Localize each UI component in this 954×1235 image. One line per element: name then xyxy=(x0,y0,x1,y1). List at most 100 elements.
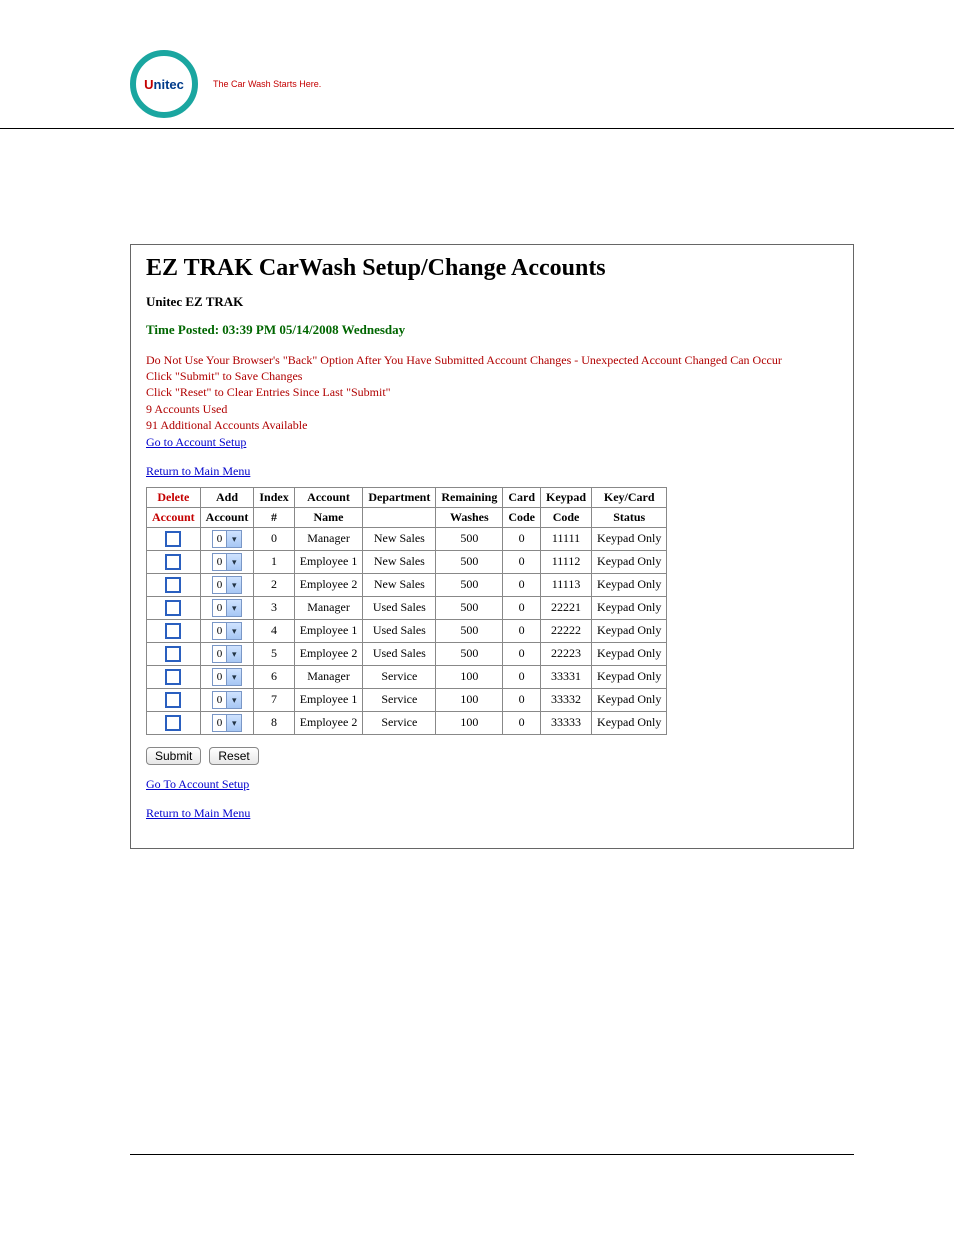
cell-name: Employee 2 xyxy=(294,711,363,734)
dropdown-value: 0 xyxy=(213,692,227,708)
reset-button[interactable]: Reset xyxy=(209,747,258,765)
accounts-table: Delete Add Index Account Department Rema… xyxy=(146,487,667,735)
dropdown-value: 0 xyxy=(213,600,227,616)
dropdown-value: 0 xyxy=(213,715,227,731)
chevron-down-icon: ▾ xyxy=(226,646,241,662)
add-account-dropdown[interactable]: 0▾ xyxy=(212,622,243,640)
cell-washes: 500 xyxy=(436,550,503,573)
cell-index: 2 xyxy=(254,573,294,596)
dropdown-value: 0 xyxy=(213,577,227,593)
cell-washes: 100 xyxy=(436,665,503,688)
cell-dept: Used Sales xyxy=(363,642,436,665)
dropdown-value: 0 xyxy=(213,669,227,685)
chevron-down-icon: ▾ xyxy=(226,600,241,616)
table-row: 0▾8Employee 2Service100033333Keypad Only xyxy=(147,711,667,734)
col-delete: Delete xyxy=(147,487,201,507)
col-keypad-2: Code xyxy=(541,507,592,527)
delete-checkbox[interactable] xyxy=(165,669,181,685)
accounts-used: 9 Accounts Used xyxy=(146,401,838,417)
logo-tagline: The Car Wash Starts Here. xyxy=(213,79,321,89)
add-account-dropdown[interactable]: 0▾ xyxy=(212,530,243,548)
table-header-row-2: Account Account # Name Washes Code Code … xyxy=(147,507,667,527)
col-index-2: # xyxy=(254,507,294,527)
cell-dept: Service xyxy=(363,665,436,688)
col-keypad: Keypad xyxy=(541,487,592,507)
table-row: 0▾5Employee 2Used Sales500022223Keypad O… xyxy=(147,642,667,665)
cell-dept: New Sales xyxy=(363,527,436,550)
chevron-down-icon: ▾ xyxy=(226,531,241,547)
delete-checkbox[interactable] xyxy=(165,554,181,570)
link-goto-account-setup-bottom[interactable]: Go To Account Setup xyxy=(146,777,249,792)
link-return-main-menu-top[interactable]: Return to Main Menu xyxy=(146,464,250,479)
cell-keypad: 11113 xyxy=(541,573,592,596)
add-account-dropdown[interactable]: 0▾ xyxy=(212,599,243,617)
add-account-dropdown[interactable]: 0▾ xyxy=(212,691,243,709)
cell-dept: Service xyxy=(363,711,436,734)
table-row: 0▾0ManagerNew Sales500011111Keypad Only xyxy=(147,527,667,550)
chevron-down-icon: ▾ xyxy=(226,692,241,708)
cell-washes: 500 xyxy=(436,619,503,642)
chevron-down-icon: ▾ xyxy=(226,577,241,593)
cell-keypad: 22221 xyxy=(541,596,592,619)
delete-checkbox[interactable] xyxy=(165,531,181,547)
col-add-2: Account xyxy=(200,507,254,527)
unitec-logo-icon: Unitec xyxy=(130,50,198,118)
cell-name: Employee 1 xyxy=(294,619,363,642)
page-title: EZ TRAK CarWash Setup/Change Accounts xyxy=(146,255,838,282)
cell-status: Keypad Only xyxy=(592,642,667,665)
add-account-dropdown[interactable]: 0▾ xyxy=(212,645,243,663)
cell-washes: 500 xyxy=(436,642,503,665)
cell-status: Keypad Only xyxy=(592,596,667,619)
cell-washes: 100 xyxy=(436,711,503,734)
delete-checkbox[interactable] xyxy=(165,646,181,662)
cell-keypad: 33333 xyxy=(541,711,592,734)
dropdown-value: 0 xyxy=(213,646,227,662)
cell-index: 7 xyxy=(254,688,294,711)
page-header: Unitec The Car Wash Starts Here. xyxy=(0,0,954,129)
cell-index: 5 xyxy=(254,642,294,665)
table-header-row-1: Delete Add Index Account Department Rema… xyxy=(147,487,667,507)
logo-wordmark: Unitec xyxy=(144,77,184,92)
hint-submit: Click "Submit" to Save Changes xyxy=(146,368,838,384)
cell-status: Keypad Only xyxy=(592,688,667,711)
add-account-dropdown[interactable]: 0▾ xyxy=(212,668,243,686)
cell-card: 0 xyxy=(503,665,541,688)
cell-dept: Used Sales xyxy=(363,596,436,619)
cell-dept: New Sales xyxy=(363,550,436,573)
cell-name: Employee 2 xyxy=(294,573,363,596)
time-posted: Time Posted: 03:39 PM 05/14/2008 Wednesd… xyxy=(146,322,838,338)
dropdown-value: 0 xyxy=(213,531,227,547)
delete-checkbox[interactable] xyxy=(165,577,181,593)
delete-checkbox[interactable] xyxy=(165,600,181,616)
dropdown-value: 0 xyxy=(213,623,227,639)
table-row: 0▾4Employee 1Used Sales500022222Keypad O… xyxy=(147,619,667,642)
cell-keypad: 33332 xyxy=(541,688,592,711)
hint-reset: Click "Reset" to Clear Entries Since Las… xyxy=(146,384,838,400)
add-account-dropdown[interactable]: 0▾ xyxy=(212,553,243,571)
cell-status: Keypad Only xyxy=(592,527,667,550)
cell-status: Keypad Only xyxy=(592,665,667,688)
cell-dept: Used Sales xyxy=(363,619,436,642)
cell-keypad: 22222 xyxy=(541,619,592,642)
table-row: 0▾1Employee 1New Sales500011112Keypad On… xyxy=(147,550,667,573)
col-add: Add xyxy=(200,487,254,507)
cell-index: 0 xyxy=(254,527,294,550)
link-return-main-menu-bottom[interactable]: Return to Main Menu xyxy=(146,806,250,821)
col-department: Department xyxy=(363,487,436,507)
cell-keypad: 33331 xyxy=(541,665,592,688)
dropdown-value: 0 xyxy=(213,554,227,570)
cell-index: 3 xyxy=(254,596,294,619)
submit-button[interactable]: Submit xyxy=(146,747,201,765)
add-account-dropdown[interactable]: 0▾ xyxy=(212,576,243,594)
delete-checkbox[interactable] xyxy=(165,715,181,731)
content-frame: EZ TRAK CarWash Setup/Change Accounts Un… xyxy=(130,244,854,849)
cell-washes: 500 xyxy=(436,573,503,596)
delete-checkbox[interactable] xyxy=(165,623,181,639)
delete-checkbox[interactable] xyxy=(165,692,181,708)
cell-keypad: 11111 xyxy=(541,527,592,550)
col-keycard: Key/Card xyxy=(592,487,667,507)
col-remaining: Remaining xyxy=(436,487,503,507)
cell-status: Keypad Only xyxy=(592,550,667,573)
link-goto-account-setup-top[interactable]: Go to Account Setup xyxy=(146,435,246,450)
add-account-dropdown[interactable]: 0▾ xyxy=(212,714,243,732)
